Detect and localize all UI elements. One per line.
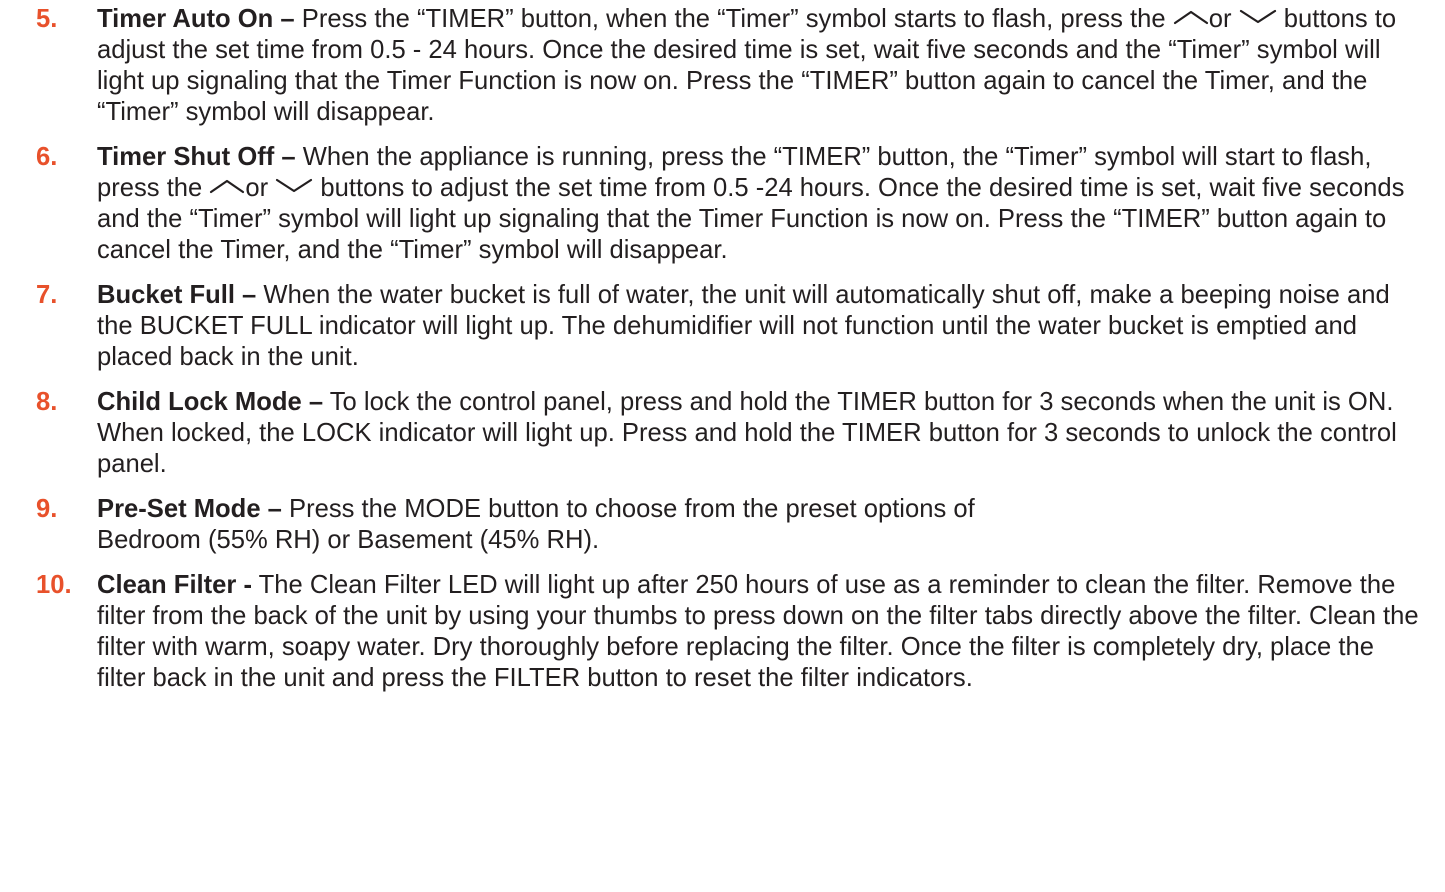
item-number: 6. bbox=[36, 143, 58, 171]
item-body: Timer Auto On – Press the “TIMER” button… bbox=[97, 4, 1425, 128]
chevron-down-icon bbox=[276, 179, 313, 193]
item-number: 5. bbox=[36, 5, 58, 33]
item-number: 8. bbox=[36, 388, 58, 416]
item-text: Press the MODE button to choose from the… bbox=[281, 495, 975, 523]
item-title: Clean Filter - bbox=[97, 571, 253, 599]
item-title: Child Lock Mode – bbox=[97, 388, 324, 416]
item-number: 7. bbox=[36, 281, 58, 309]
chevron-up-icon bbox=[210, 180, 245, 194]
item-body: Clean Filter - The Clean Filter LED will… bbox=[97, 570, 1425, 694]
item-body: Timer Shut Off – When the appliance is r… bbox=[97, 142, 1425, 266]
item-number: 10. bbox=[36, 571, 72, 599]
item-text: Bedroom (55% RH) or Basement (45% RH). bbox=[97, 526, 600, 554]
item-title: Pre-Set Mode – bbox=[97, 495, 282, 523]
list-item-pre-set-mode: 9. Pre-Set Mode – Press the MODE button … bbox=[36, 494, 1425, 556]
list-item-child-lock-mode: 8. Child Lock Mode – To lock the control… bbox=[36, 387, 1425, 480]
item-text: The Clean Filter LED will light up after… bbox=[97, 571, 1419, 692]
list-item-clean-filter: 10. Clean Filter - The Clean Filter LED … bbox=[36, 570, 1425, 694]
item-body: Bucket Full – When the water bucket is f… bbox=[97, 280, 1425, 373]
chevron-down-icon bbox=[1239, 10, 1276, 24]
list-item-timer-shut-off: 6. Timer Shut Off – When the appliance i… bbox=[36, 142, 1425, 266]
list-item-timer-auto-on: 5. Timer Auto On – Press the “TIMER” but… bbox=[36, 4, 1425, 128]
item-body: Pre-Set Mode – Press the MODE button to … bbox=[97, 494, 1425, 556]
or-text: or bbox=[245, 174, 269, 202]
or-text: or bbox=[1208, 5, 1232, 33]
chevron-up-icon bbox=[1173, 11, 1208, 25]
item-body: Child Lock Mode – To lock the control pa… bbox=[97, 387, 1425, 480]
manual-page: 5. Timer Auto On – Press the “TIMER” but… bbox=[0, 0, 1445, 892]
item-title: Timer Auto On – bbox=[97, 5, 295, 33]
item-text: When the water bucket is full of water, … bbox=[97, 281, 1390, 371]
item-title: Timer Shut Off – bbox=[97, 143, 296, 171]
item-number: 9. bbox=[36, 495, 58, 523]
list-item-bucket-full: 7. Bucket Full – When the water bucket i… bbox=[36, 280, 1425, 373]
item-title: Bucket Full – bbox=[97, 281, 257, 309]
item-text: Press the “TIMER” button, when the “Time… bbox=[294, 5, 1173, 33]
